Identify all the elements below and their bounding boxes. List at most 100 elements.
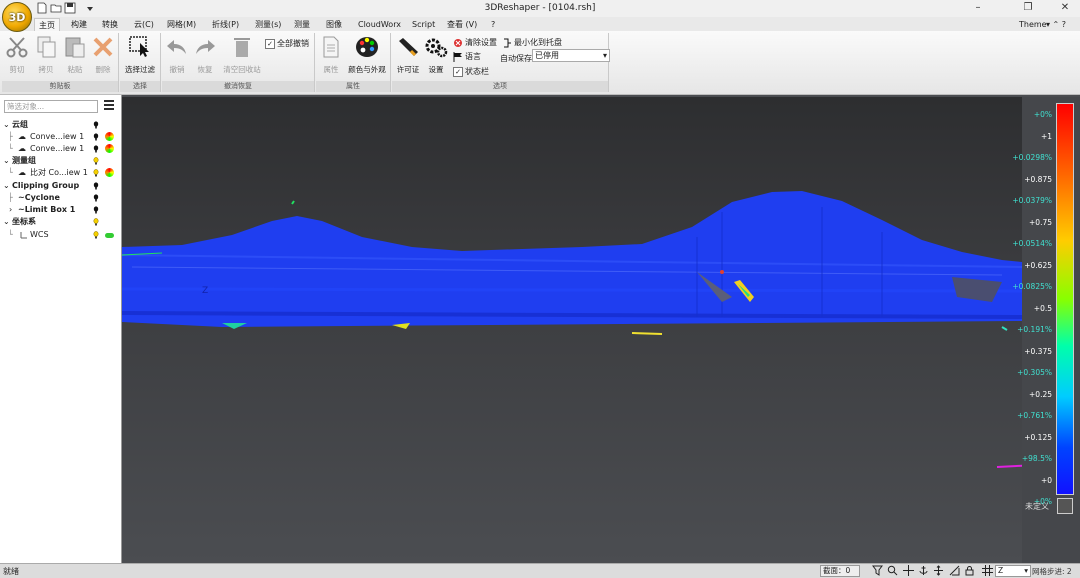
grid-icon[interactable] xyxy=(982,565,993,576)
license-key-icon xyxy=(399,38,418,57)
collapse-chevron-icon[interactable]: ⌄ xyxy=(3,119,10,131)
tree-node-compare[interactable]: └ ☁ 比对 Co...iew 1 xyxy=(0,167,121,179)
bulb-on-icon[interactable] xyxy=(93,231,99,239)
tree-node-coord-system[interactable]: ⌄ 坐标系 xyxy=(0,216,121,228)
open-folder-icon[interactable] xyxy=(50,2,62,14)
tab-home[interactable]: 主页 xyxy=(34,18,60,32)
save-icon[interactable] xyxy=(64,2,76,14)
tab-view[interactable]: 查看 (V) xyxy=(443,18,481,31)
ribbon-options-icon[interactable]: ▾ ⌃ ? xyxy=(1042,18,1070,31)
quick-access-dropdown-icon[interactable] xyxy=(86,2,94,14)
empty-recycle-bin-button[interactable]: 清空回收站 xyxy=(220,35,264,75)
snap-icon[interactable] xyxy=(949,565,960,576)
minimize-button[interactable]: – xyxy=(968,2,988,13)
section-field[interactable]: 截面：0 xyxy=(820,565,860,577)
redo-button[interactable]: 恢复 xyxy=(192,35,218,75)
bulb-off-icon[interactable] xyxy=(93,194,99,202)
restore-button[interactable]: ❐ xyxy=(1018,2,1038,13)
viewport-axis-label: Z xyxy=(202,286,208,296)
filter-input[interactable]: 筛选对象... xyxy=(4,100,98,113)
tab-cloudworx[interactable]: CloudWorx xyxy=(354,18,405,31)
autosave-select[interactable]: 已停用 ▾ xyxy=(532,49,610,62)
collapse-chevron-icon[interactable]: ⌄ xyxy=(3,180,10,192)
close-button[interactable]: ✕ xyxy=(1055,2,1075,13)
toggle-icon[interactable] xyxy=(105,233,114,238)
tab-measure[interactable]: 测量 xyxy=(290,18,314,31)
undefined-color-swatch[interactable] xyxy=(1057,498,1073,514)
pan-icon[interactable] xyxy=(933,565,944,576)
tree-node-measure-group[interactable]: ⌄ 测量组 xyxy=(0,155,121,167)
bulb-off-icon[interactable] xyxy=(93,145,99,153)
tree-node-label: Clipping Group xyxy=(12,181,80,190)
app-logo[interactable]: 3D xyxy=(2,2,32,32)
color-map-icon[interactable] xyxy=(105,144,114,153)
undo-button[interactable]: 撤销 xyxy=(164,35,190,75)
tree-node-clipping-group[interactable]: ⌄ Clipping Group xyxy=(0,180,121,192)
settings-button[interactable]: 设置 xyxy=(424,35,448,75)
properties-label: 属性 xyxy=(323,65,339,74)
trash-icon xyxy=(234,38,250,57)
paste-button[interactable]: 粘贴 xyxy=(62,35,88,75)
options-group-label: 选项 xyxy=(392,81,608,92)
statusbar-checkbox[interactable]: ✓ 状态栏 xyxy=(453,66,489,77)
tab-help[interactable]: ? xyxy=(487,18,499,31)
tree-branch-icon: ├ xyxy=(8,193,13,202)
minimize-tray-button[interactable]: 最小化到托盘 xyxy=(502,37,562,48)
color-scale-bar[interactable] xyxy=(1056,103,1074,495)
scale-tick: +0.0825% xyxy=(1012,282,1052,291)
color-map-icon[interactable] xyxy=(105,132,114,141)
new-file-icon[interactable] xyxy=(36,2,48,14)
tree-node-label: 测量组 xyxy=(12,156,36,165)
expand-chevron-icon[interactable]: › xyxy=(9,204,12,216)
cut-button[interactable]: 剪切 xyxy=(4,35,30,75)
scale-tick: +0.75 xyxy=(1029,217,1052,227)
delete-button[interactable]: 删除 xyxy=(90,35,116,75)
hamburger-menu-icon[interactable] xyxy=(103,99,115,111)
bulb-off-icon[interactable] xyxy=(93,206,99,214)
tab-cloud[interactable]: 云(C) xyxy=(130,18,158,31)
bulb-on-icon[interactable] xyxy=(93,169,99,177)
statusbar-label: 状态栏 xyxy=(465,67,489,76)
tree-node-wcs[interactable]: └ WCS xyxy=(0,229,121,241)
tree-node-cloud-group[interactable]: ⌄ 云组 xyxy=(0,119,121,131)
tab-measure-s[interactable]: 测量(s) xyxy=(251,18,285,31)
filter-funnel-icon[interactable] xyxy=(872,565,883,576)
tree-node-cloud-2[interactable]: └ ☁ Conve...iew 1 xyxy=(0,143,121,155)
tab-script[interactable]: Script xyxy=(408,18,439,31)
color-appearance-button[interactable]: 颜色与外观 xyxy=(346,35,388,75)
tree-node-limit-box[interactable]: › ~Limit Box 1 xyxy=(0,204,121,216)
tree-node-cyclone[interactable]: ├ ~Cyclone xyxy=(0,192,121,204)
undo-all-checkbox[interactable]: ✓ 全部撤销 xyxy=(265,38,309,49)
bulb-on-icon[interactable] xyxy=(93,218,99,226)
tab-image[interactable]: 图像 xyxy=(322,18,346,31)
license-button[interactable]: 许可证 xyxy=(394,35,422,75)
language-button[interactable]: 语言 xyxy=(453,51,481,62)
scale-tick: +0.5 xyxy=(1033,303,1052,313)
bulb-on-icon[interactable] xyxy=(93,157,99,165)
group-undo: 撤销 恢复 清空回收站 ✓ 全部撤销 撤消恢复 xyxy=(162,33,315,92)
tab-mesh[interactable]: 网格(M) xyxy=(163,18,200,31)
scale-tick: +0.625 xyxy=(1024,260,1052,270)
window-title: 3DReshaper - [0104.rsh] xyxy=(484,3,596,13)
bulb-off-icon[interactable] xyxy=(93,133,99,141)
collapse-chevron-icon[interactable]: ⌄ xyxy=(3,216,10,228)
copy-button[interactable]: 拷贝 xyxy=(33,35,59,75)
anchor-icon[interactable] xyxy=(918,565,929,576)
lock-icon[interactable] xyxy=(964,565,975,576)
3d-viewport[interactable]: Z xyxy=(122,97,1022,563)
tab-polyline[interactable]: 折线(P) xyxy=(208,18,243,31)
axis-select[interactable]: Z ▾ xyxy=(995,565,1031,577)
collapse-chevron-icon[interactable]: ⌄ xyxy=(3,155,10,167)
tree-node-cloud-1[interactable]: ├ ☁ Conve...iew 1 xyxy=(0,131,121,143)
bulb-off-icon[interactable] xyxy=(93,121,99,129)
properties-button[interactable]: 属性 xyxy=(318,35,344,75)
tree-node-label: WCS xyxy=(30,230,49,239)
color-map-icon[interactable] xyxy=(105,168,114,177)
tab-build[interactable]: 构建 xyxy=(67,18,91,31)
tab-transform[interactable]: 转换 xyxy=(98,18,122,31)
clear-settings-button[interactable]: 清除设置 xyxy=(453,37,497,48)
selection-filter-button[interactable]: 选择过滤 xyxy=(122,35,158,75)
bulb-off-icon[interactable] xyxy=(93,182,99,190)
zoom-icon[interactable] xyxy=(887,565,898,576)
move-icon[interactable] xyxy=(903,565,914,576)
